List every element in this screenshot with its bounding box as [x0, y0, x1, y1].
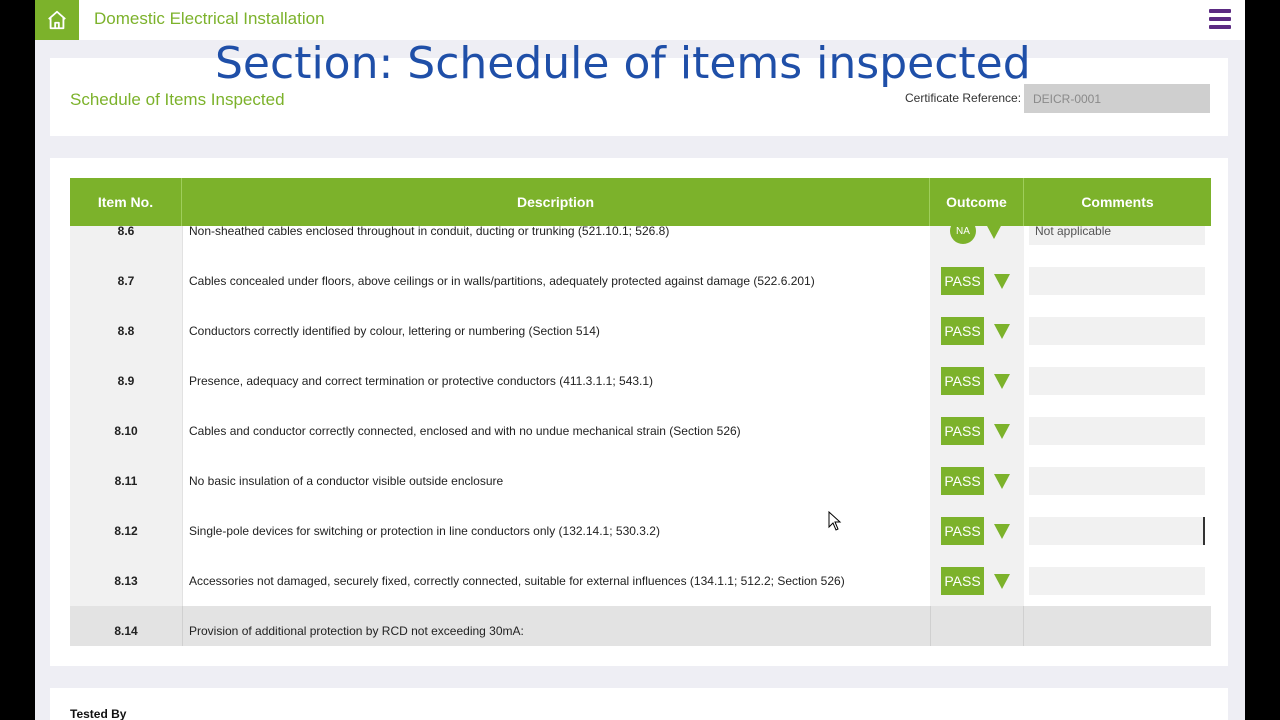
outcome-cell: PASS — [930, 256, 1024, 306]
caret-down-icon[interactable] — [994, 373, 1010, 389]
table-row: 8.9 Presence, adequacy and correct termi… — [70, 356, 1211, 406]
header-outcome: Outcome — [930, 178, 1024, 226]
home-button[interactable] — [35, 0, 79, 40]
caret-down-icon[interactable] — [994, 573, 1010, 589]
tested-by-heading: Tested By — [70, 707, 127, 720]
item-description: Cables concealed under floors, above cei… — [182, 256, 930, 306]
caret-down-icon[interactable] — [994, 273, 1010, 289]
item-number: 8.7 — [70, 256, 182, 306]
item-number: 8.8 — [70, 306, 182, 356]
item-number: 8.13 — [70, 556, 182, 606]
comment-cell — [1024, 306, 1211, 356]
item-description: Single-pole devices for switching or pro… — [182, 506, 930, 556]
comment-input[interactable] — [1029, 567, 1205, 595]
comment-input[interactable] — [1029, 317, 1205, 345]
header-description: Description — [182, 178, 930, 226]
table-header: Item No. Description Outcome Comments — [70, 178, 1211, 226]
item-number: 8.12 — [70, 506, 182, 556]
item-number: 8.11 — [70, 456, 182, 506]
comment-input[interactable] — [1029, 517, 1205, 545]
item-description: Accessories not damaged, securely fixed,… — [182, 556, 930, 606]
item-number: 8.10 — [70, 406, 182, 456]
caret-down-icon[interactable] — [994, 323, 1010, 339]
certificate-reference-input[interactable] — [1024, 84, 1210, 113]
outcome-select[interactable]: PASS — [941, 317, 984, 345]
item-number: 8.9 — [70, 356, 182, 406]
item-description: Presence, adequacy and correct terminati… — [182, 356, 930, 406]
top-bar: Domestic Electrical Installation — [35, 0, 1245, 40]
item-description: Provision of additional protection by RC… — [182, 606, 930, 646]
outcome-select[interactable]: PASS — [941, 417, 984, 445]
item-description: No basic insulation of a conductor visib… — [182, 456, 930, 506]
table-row: 8.12 Single-pole devices for switching o… — [70, 506, 1211, 556]
video-overlay-title: Section: Schedule of items inspected — [215, 38, 1031, 89]
hamburger-menu-icon[interactable] — [1209, 9, 1231, 31]
comment-input[interactable] — [1029, 267, 1205, 295]
outcome-cell: PASS — [930, 356, 1024, 406]
comment-cell — [1024, 456, 1211, 506]
outcome-select[interactable]: PASS — [941, 517, 984, 545]
outcome-select[interactable]: PASS — [941, 367, 984, 395]
schedule-table: Item No. Description Outcome Comments 8.… — [70, 178, 1211, 646]
comment-cell — [1024, 506, 1211, 556]
comment-cell — [1024, 256, 1211, 306]
home-icon — [48, 10, 66, 30]
schedule-card: Item No. Description Outcome Comments 8.… — [50, 158, 1228, 666]
outcome-cell: PASS — [930, 556, 1024, 606]
certificate-reference-label: Certificate Reference: — [905, 91, 1022, 105]
comment-cell — [1024, 556, 1211, 606]
outcome-select[interactable]: PASS — [941, 467, 984, 495]
comment-input[interactable] — [1029, 417, 1205, 445]
section-title: Schedule of Items Inspected — [70, 90, 285, 109]
caret-down-icon[interactable] — [994, 423, 1010, 439]
item-description: Conductors correctly identified by colou… — [182, 306, 930, 356]
header-item-no: Item No. — [70, 178, 182, 226]
app-title: Domestic Electrical Installation — [94, 9, 325, 28]
outcome-select[interactable]: PASS — [941, 267, 984, 295]
caret-down-icon[interactable] — [994, 473, 1010, 489]
app-window: Domestic Electrical Installation Schedul… — [35, 0, 1245, 720]
outcome-cell: PASS — [930, 406, 1024, 456]
outcome-select[interactable]: PASS — [941, 567, 984, 595]
table-row: 8.11 No basic insulation of a conductor … — [70, 456, 1211, 506]
table-row: 8.7 Cables concealed under floors, above… — [70, 256, 1211, 306]
table-group-row: 8.14 Provision of additional protection … — [70, 606, 1211, 646]
table-row: 8.13 Accessories not damaged, securely f… — [70, 556, 1211, 606]
mouse-pointer-icon — [828, 511, 842, 531]
table-row: 8.8 Conductors correctly identified by c… — [70, 306, 1211, 356]
outcome-cell: PASS — [930, 306, 1024, 356]
item-description: Cables and conductor correctly connected… — [182, 406, 930, 456]
outcome-cell: PASS — [930, 506, 1024, 556]
comment-input[interactable] — [1029, 467, 1205, 495]
outcome-cell — [930, 606, 1024, 646]
item-number: 8.14 — [70, 606, 182, 646]
caret-down-icon[interactable] — [994, 523, 1010, 539]
table-row: 8.10 Cables and conductor correctly conn… — [70, 406, 1211, 456]
comment-input[interactable] — [1029, 367, 1205, 395]
comment-cell — [1024, 406, 1211, 456]
comment-cell — [1024, 606, 1211, 646]
comment-cell — [1024, 356, 1211, 406]
tested-by-card: Tested By — [50, 688, 1228, 720]
outcome-cell: PASS — [930, 456, 1024, 506]
header-comments: Comments — [1081, 194, 1154, 210]
